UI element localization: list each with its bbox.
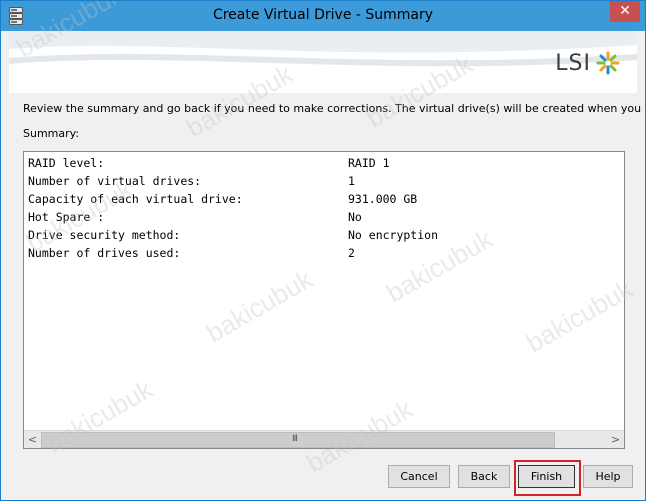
finish-highlight-box — [514, 460, 581, 496]
window-title: Create Virtual Drive - Summary — [212, 7, 434, 23]
lsi-starburst-icon — [596, 51, 620, 75]
instructions-text: Review the summary and go back if you ne… — [23, 102, 646, 115]
summary-key: Hot Spare : — [28, 210, 105, 224]
summary-value: 1 — [348, 174, 355, 188]
scrollbar-thumb[interactable]: III — [41, 432, 555, 448]
summary-textarea[interactable]: RAID level: RAID 1 Number of virtual dri… — [23, 151, 625, 449]
scroll-left-button[interactable]: < — [24, 431, 41, 448]
summary-value: 2 — [348, 246, 355, 260]
summary-value: RAID 1 — [348, 156, 390, 170]
title-bar[interactable]: Create Virtual Drive - Summary ✕ — [1, 1, 645, 31]
dialog-window: Create Virtual Drive - Summary ✕ LSI Rev… — [0, 0, 646, 501]
logo-text: LSI — [555, 50, 591, 76]
summary-key: Drive security method: — [28, 228, 181, 242]
horizontal-scrollbar[interactable]: < III > — [24, 430, 624, 448]
banner-wave-graphic — [9, 31, 637, 67]
summary-key: Number of virtual drives: — [28, 174, 202, 188]
summary-label: Summary: — [23, 127, 80, 140]
lsi-logo: LSI — [555, 49, 621, 77]
summary-key: Capacity of each virtual drive: — [28, 192, 243, 206]
cancel-button[interactable]: Cancel — [388, 465, 450, 488]
summary-key: RAID level: — [28, 156, 105, 170]
summary-key: Number of drives used: — [28, 246, 181, 260]
scrollbar-grip: III — [292, 434, 298, 444]
header-banner: LSI — [9, 31, 637, 93]
back-button[interactable]: Back — [458, 465, 510, 488]
close-button[interactable]: ✕ — [610, 1, 640, 22]
summary-value: 931.000 GB — [348, 192, 418, 206]
help-button[interactable]: Help — [583, 465, 633, 488]
scroll-right-button[interactable]: > — [607, 431, 624, 448]
summary-value: No — [348, 210, 362, 224]
summary-value: No encryption — [348, 228, 439, 242]
